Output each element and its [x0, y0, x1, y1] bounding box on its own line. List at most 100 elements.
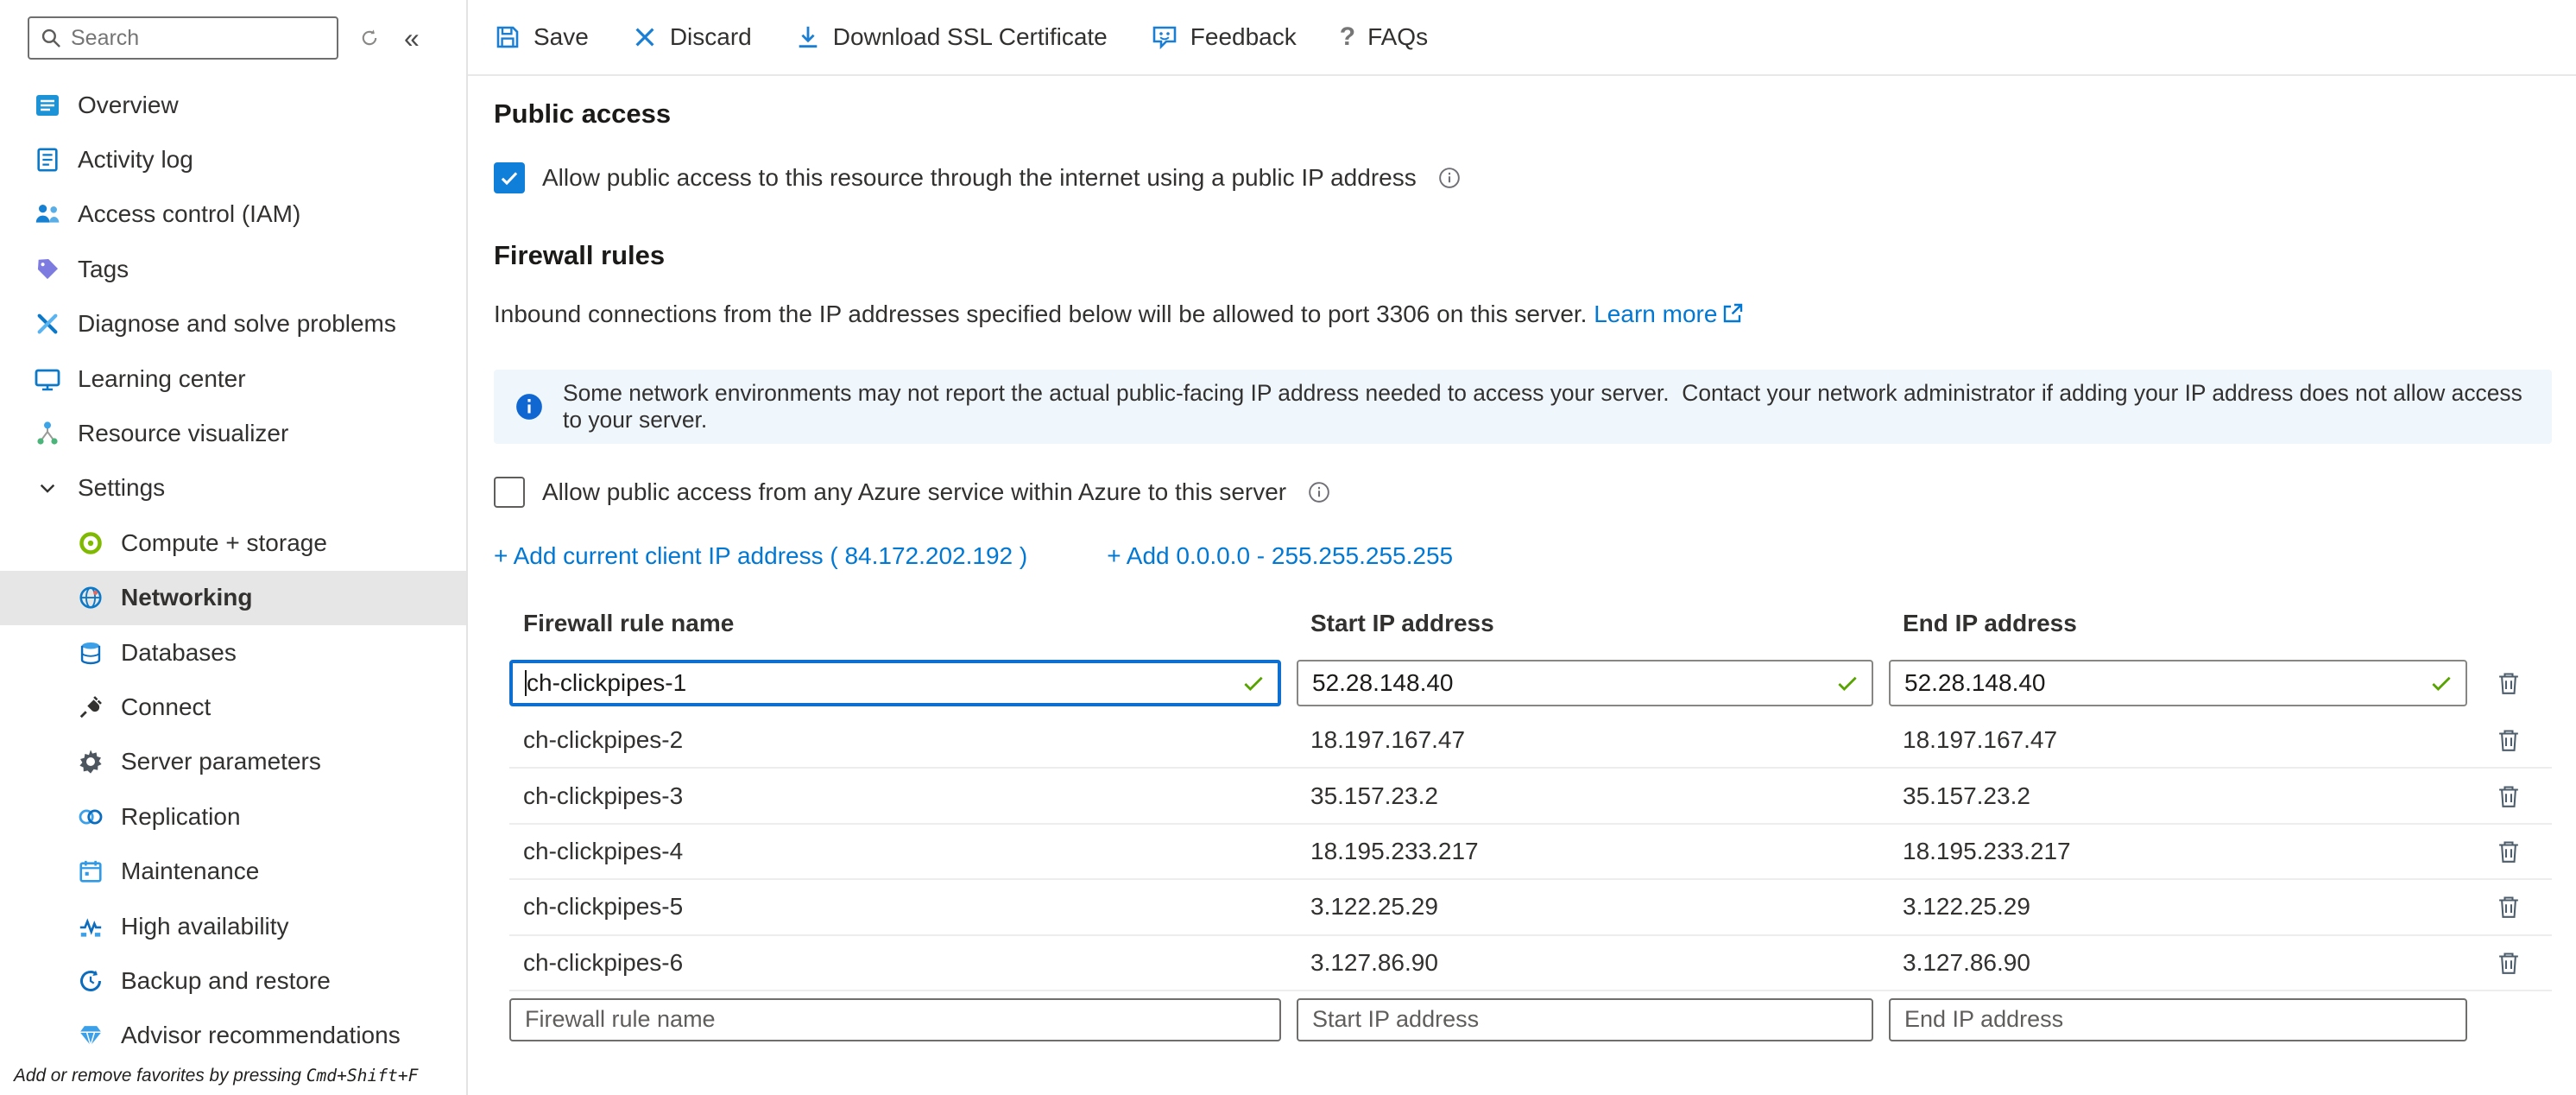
sidebar-item-networking[interactable]: Networking — [0, 571, 466, 625]
sidebar-item-activity-log[interactable]: Activity log — [0, 132, 466, 187]
new-rule-row — [509, 991, 2552, 1048]
sidebar-item-maintenance[interactable]: Maintenance — [0, 844, 466, 898]
rule-name-cell: ch-clickpipes-2 — [509, 726, 1281, 754]
download-icon — [795, 24, 821, 50]
feedback-button[interactable]: Feedback — [1151, 23, 1297, 51]
command-bar: Save Discard Download SSL Certificate Fe… — [468, 0, 2576, 76]
main-pane: Save Discard Download SSL Certificate Fe… — [468, 0, 2576, 1095]
connect-plug-icon — [76, 693, 105, 722]
public-access-heading: Public access — [494, 98, 2552, 130]
sidebar-item-overview[interactable]: Overview — [0, 78, 466, 132]
sidebar-item-label: Overview — [78, 92, 179, 119]
rule-name-cell: ch-clickpipes-6 — [509, 949, 1281, 977]
sidebar-item-label: Access control (IAM) — [78, 200, 300, 228]
sidebar-item-compute-storage[interactable]: Compute + storage — [0, 516, 466, 570]
delete-rule-button[interactable] — [2492, 890, 2525, 923]
delete-rule-button[interactable] — [2492, 946, 2525, 979]
sidebar-item-label: Advisor recommendations — [121, 1022, 401, 1049]
iam-people-icon — [33, 199, 62, 229]
info-circle-icon — [515, 392, 544, 421]
sidebar-item-server-parameters[interactable]: Server parameters — [0, 735, 466, 789]
collapse-chevrons-icon: « — [404, 24, 420, 52]
sidebar-item-databases[interactable]: Databases — [0, 625, 466, 680]
replication-icon — [76, 802, 105, 832]
sidebar-group-label: Settings — [78, 474, 165, 502]
sidebar-item-replication[interactable]: Replication — [0, 789, 466, 844]
feedback-smiley-icon — [1151, 23, 1178, 51]
favorites-hint-text: Add or remove favorites by pressing — [14, 1066, 306, 1086]
delete-rule-button[interactable] — [2492, 667, 2525, 699]
trash-icon — [2496, 727, 2522, 753]
download-ssl-certificate-button[interactable]: Download SSL Certificate — [795, 23, 1108, 51]
info-tooltip-icon[interactable] — [1437, 166, 1462, 190]
column-header-rule-name: Firewall rule name — [509, 610, 1281, 637]
compute-storage-icon — [76, 529, 105, 558]
sidebar-item-connect[interactable]: Connect — [0, 680, 466, 734]
end-ip-cell: 18.195.233.217 — [1889, 838, 2467, 865]
trash-icon — [2496, 894, 2522, 920]
learn-more-link[interactable]: Learn more — [1594, 301, 1743, 327]
valid-check-icon — [1835, 671, 1859, 695]
networking-globe-icon — [76, 583, 105, 612]
learning-center-icon — [33, 364, 62, 394]
discard-button[interactable]: Discard — [632, 23, 752, 51]
new-start-ip-input[interactable] — [1297, 998, 1873, 1041]
sidebar-item-learning-center[interactable]: Learning center — [0, 351, 466, 406]
azure-services-checkbox[interactable] — [494, 477, 525, 508]
info-tooltip-icon[interactable] — [1307, 480, 1331, 504]
diagnose-tools-icon — [33, 309, 62, 339]
firewall-rules-table: Firewall rule name Start IP address End … — [509, 594, 2552, 1048]
end-ip-cell: 3.127.86.90 — [1889, 949, 2467, 977]
delete-rule-button[interactable] — [2492, 835, 2525, 868]
trash-icon — [2496, 783, 2522, 809]
sidebar-item-label: Connect — [121, 693, 211, 721]
rule-name-input[interactable] — [527, 669, 1233, 697]
sidebar-item-high-availability[interactable]: High availability — [0, 899, 466, 953]
sidebar-item-label: Diagnose and solve problems — [78, 310, 396, 338]
sidebar-item-resource-visualizer[interactable]: Resource visualizer — [0, 406, 466, 460]
tag-icon — [33, 255, 62, 284]
sidebar-item-backup-restore[interactable]: Backup and restore — [0, 953, 466, 1008]
sidebar-search-bar: « — [0, 0, 466, 76]
public-access-checkbox[interactable] — [494, 162, 525, 193]
collapse-menu-button[interactable]: « — [401, 21, 423, 55]
new-end-ip-input[interactable] — [1889, 998, 2467, 1041]
start-ip-cell: 18.195.233.217 — [1297, 838, 1873, 865]
high-availability-icon — [76, 912, 105, 941]
refresh-menu-button[interactable] — [356, 24, 383, 52]
faqs-button[interactable]: ? FAQs — [1340, 22, 1428, 52]
external-link-icon — [1722, 303, 1743, 324]
favorites-hint: Add or remove favorites by pressing Cmd+… — [0, 1062, 466, 1095]
start-ip-input[interactable] — [1312, 669, 1827, 697]
sidebar-item-label: Maintenance — [121, 858, 259, 885]
sidebar-item-diagnose[interactable]: Diagnose and solve problems — [0, 297, 466, 351]
table-row: ch-clickpipes-4 18.195.233.217 18.195.23… — [509, 825, 2552, 880]
discard-x-icon — [632, 24, 658, 50]
sidebar-item-label: Replication — [121, 803, 241, 831]
sidebar-searchbox — [28, 16, 338, 60]
database-icon — [76, 638, 105, 668]
checkmark-icon — [498, 167, 521, 189]
activity-log-icon — [33, 145, 62, 174]
end-ip-input[interactable] — [1904, 669, 2421, 697]
search-input[interactable] — [71, 26, 326, 51]
rule-name-cell: ch-clickpipes-3 — [509, 782, 1281, 810]
table-header-row: Firewall rule name Start IP address End … — [509, 594, 2552, 653]
sidebar-item-advisor-recommendations[interactable]: Advisor recommendations — [0, 1009, 466, 1062]
sidebar-item-tags[interactable]: Tags — [0, 242, 466, 296]
sidebar-group-settings[interactable]: Settings — [0, 461, 466, 516]
add-ip-range-link[interactable]: + Add 0.0.0.0 - 255.255.255.255 — [1107, 542, 1453, 570]
rule-name-field — [509, 660, 1281, 706]
end-ip-cell: 18.197.167.47 — [1889, 726, 2467, 754]
networking-content: Public access Allow public access to thi… — [468, 76, 2576, 1048]
table-row: ch-clickpipes-6 3.127.86.90 3.127.86.90 — [509, 936, 2552, 991]
add-client-ip-link[interactable]: + Add current client IP address ( 84.172… — [494, 542, 1027, 570]
save-button[interactable]: Save — [494, 23, 589, 51]
rule-name-cell: ch-clickpipes-4 — [509, 838, 1281, 865]
delete-rule-button[interactable] — [2492, 724, 2525, 756]
sidebar-item-access-control[interactable]: Access control (IAM) — [0, 187, 466, 242]
new-rule-name-input[interactable] — [509, 998, 1281, 1041]
table-row: ch-clickpipes-5 3.122.25.29 3.122.25.29 — [509, 880, 2552, 935]
delete-rule-button[interactable] — [2492, 780, 2525, 813]
resource-visualizer-icon — [33, 419, 62, 448]
